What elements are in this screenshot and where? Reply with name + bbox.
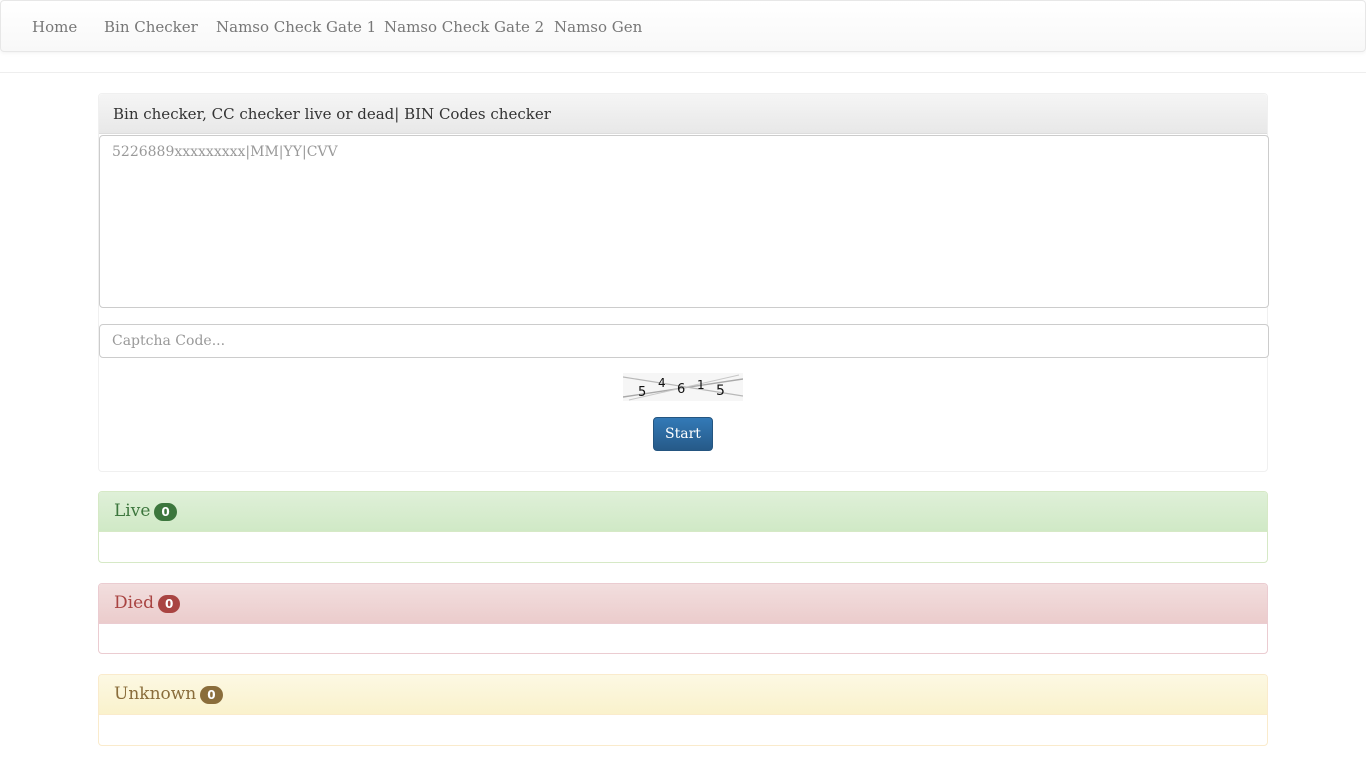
captcha-code-input[interactable]: [99, 324, 1269, 358]
captcha-char: 6: [677, 382, 685, 397]
captcha-char: 1: [697, 378, 705, 392]
nav-namso-check-gate-2-link[interactable]: Namso Check Gate 2: [384, 1, 544, 53]
live-results-heading: Live 0: [99, 492, 1267, 532]
captcha-char: 5: [638, 385, 646, 400]
unknown-results-heading: Unknown 0: [99, 675, 1267, 715]
start-button[interactable]: Start: [653, 417, 713, 451]
captcha-graphic: 5 4 6 1 5: [623, 373, 743, 401]
unknown-count-badge: 0: [200, 685, 223, 704]
nav-namso-gen-link[interactable]: Namso Gen: [554, 1, 642, 53]
died-results-heading: Died 0: [99, 584, 1267, 624]
card-list-textarea[interactable]: [99, 135, 1269, 308]
captcha-char: 4: [658, 376, 666, 390]
live-label: Live: [114, 501, 151, 521]
nav-namso-check-gate-1-link[interactable]: Namso Check Gate 1: [216, 1, 376, 53]
died-label: Died: [114, 593, 155, 613]
died-count-badge: 0: [158, 594, 181, 613]
live-results-panel: Live 0: [98, 491, 1268, 563]
live-count-badge: 0: [154, 502, 177, 521]
captcha-image: 5 4 6 1 5: [623, 373, 743, 401]
died-results-panel: Died 0: [98, 583, 1268, 654]
captcha-char: 5: [716, 383, 725, 399]
nav-home-link[interactable]: Home: [32, 1, 77, 53]
unknown-label: Unknown: [114, 684, 197, 704]
checker-panel-title: Bin checker, CC checker live or dead| BI…: [99, 94, 1267, 134]
top-navbar: Home Bin Checker Namso Check Gate 1 Nams…: [0, 0, 1366, 52]
nav-bin-checker-link[interactable]: Bin Checker: [104, 1, 198, 53]
header-divider: [0, 72, 1366, 73]
checker-panel: Bin checker, CC checker live or dead| BI…: [98, 93, 1269, 472]
unknown-results-panel: Unknown 0: [98, 674, 1268, 746]
